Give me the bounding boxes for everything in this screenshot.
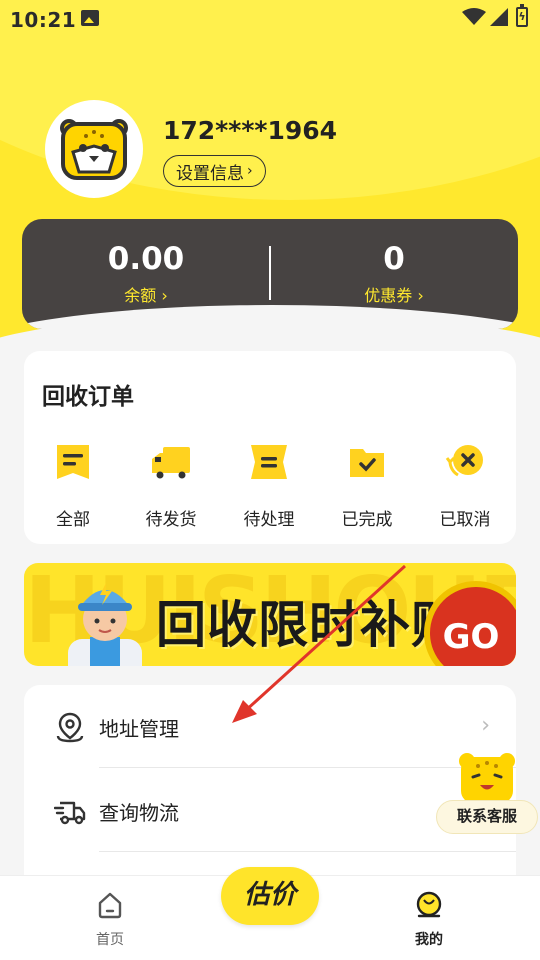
completed-folder-icon bbox=[350, 449, 384, 477]
customer-service-label: 联系客服 bbox=[436, 800, 538, 834]
order-tab-all[interactable]: 全部 bbox=[24, 441, 122, 530]
cancel-icon bbox=[445, 445, 483, 477]
nav-estimate-button[interactable]: 估价 bbox=[221, 867, 319, 925]
order-tab-completed[interactable]: 已完成 bbox=[318, 441, 416, 530]
battery-charging-icon: ϟ bbox=[516, 4, 528, 27]
truck-icon bbox=[152, 447, 190, 479]
order-tab-label: 待处理 bbox=[243, 510, 295, 530]
location-pin-icon bbox=[56, 712, 84, 743]
order-tab-to-ship[interactable]: 待发货 bbox=[122, 441, 220, 530]
signal-icon bbox=[490, 8, 508, 26]
menu-item-label: 地址管理 bbox=[99, 717, 179, 741]
avatar[interactable] bbox=[45, 100, 143, 198]
order-tab-label: 全部 bbox=[56, 510, 90, 530]
status-time: 10:21 bbox=[10, 8, 77, 32]
leopard-mascot-icon bbox=[459, 753, 515, 803]
menu-item-label: 查询物流 bbox=[99, 801, 179, 825]
balance-card: 0.00 余额 › 0 优惠券 › bbox=[22, 219, 518, 329]
delivery-truck-icon bbox=[54, 801, 86, 825]
coupons-column[interactable]: 0 优惠券 › bbox=[270, 241, 518, 306]
wifi-icon bbox=[462, 8, 486, 25]
subsidy-banner[interactable]: HUISHOUBAO 回收限时补贴 GO bbox=[24, 563, 516, 666]
nav-home[interactable]: 首页 bbox=[70, 890, 150, 949]
delivery-boy-illustration bbox=[68, 583, 142, 666]
contact-customer-service-button[interactable]: 联系客服 bbox=[436, 752, 538, 834]
nav-mine-label: 我的 bbox=[415, 932, 443, 948]
processing-icon bbox=[251, 445, 287, 479]
settings-info-button[interactable]: 设置信息 › bbox=[163, 155, 266, 187]
recycle-orders-card: 回收订单 全部 待发货 待处理 已完成 已取消 bbox=[24, 351, 516, 544]
order-tab-cancelled[interactable]: 已取消 bbox=[416, 441, 514, 530]
profile-icon bbox=[416, 891, 442, 918]
status-bar: 10:21 ϟ bbox=[0, 0, 540, 40]
nav-home-label: 首页 bbox=[96, 932, 124, 948]
order-tab-processing[interactable]: 待处理 bbox=[220, 441, 318, 530]
all-orders-icon bbox=[57, 445, 89, 479]
image-notification-icon bbox=[81, 10, 99, 26]
order-tab-label: 已完成 bbox=[341, 510, 393, 530]
home-icon bbox=[98, 892, 122, 919]
order-tab-label: 已取消 bbox=[439, 510, 491, 530]
balance-amount: 0.00 bbox=[107, 241, 185, 277]
chevron-right-icon: › bbox=[481, 713, 490, 738]
chevron-right-icon: › bbox=[247, 163, 253, 179]
coupons-label: 优惠券 › bbox=[364, 286, 424, 305]
balance-column[interactable]: 0.00 余额 › bbox=[22, 241, 270, 306]
user-phone-number: 172****1964 bbox=[163, 116, 338, 145]
nav-mine[interactable]: 我的 bbox=[389, 890, 469, 949]
divider bbox=[99, 851, 516, 852]
order-tab-label: 待发货 bbox=[145, 510, 197, 530]
orders-title: 回收订单 bbox=[42, 384, 134, 410]
settings-info-label: 设置信息 bbox=[176, 163, 244, 184]
banner-title: 回收限时补贴 bbox=[156, 596, 462, 654]
go-label: GO bbox=[442, 617, 500, 657]
coupons-count: 0 bbox=[383, 241, 405, 277]
leopard-mascot-icon bbox=[60, 119, 128, 180]
balance-label: 余额 › bbox=[124, 286, 168, 305]
